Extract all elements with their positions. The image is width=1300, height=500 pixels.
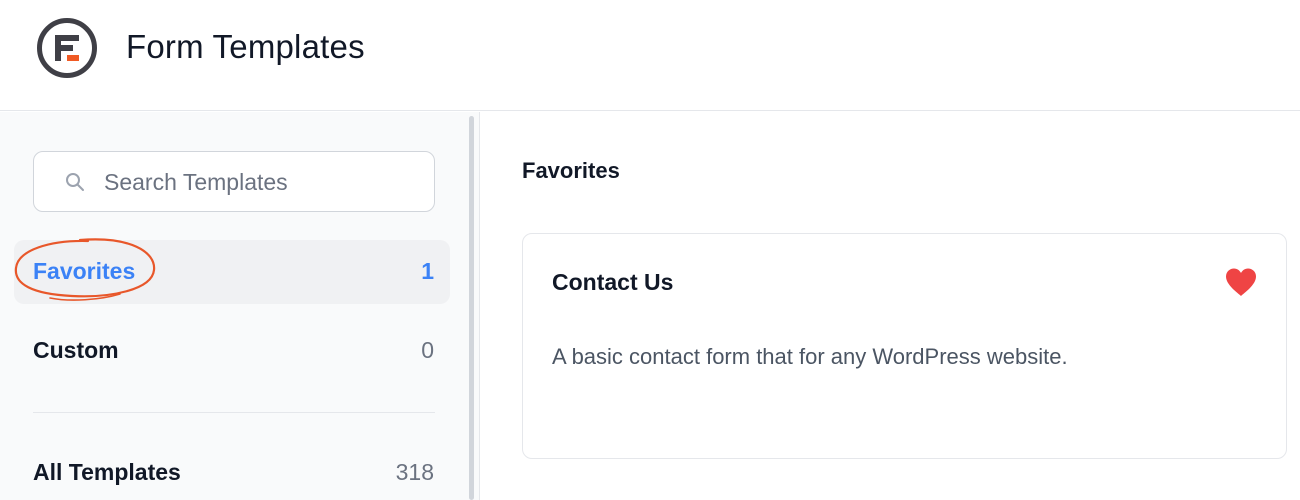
sidebar-item-count: 0 — [421, 337, 434, 363]
template-card-description: A basic contact form that for any WordPr… — [552, 344, 1068, 369]
sidebar-item-label: All Templates — [33, 459, 181, 485]
heart-icon[interactable] — [1224, 267, 1258, 297]
formidable-logo-icon — [36, 17, 98, 79]
sidebar: Favorites 1 Custom 0 All Templates 318 — [0, 112, 480, 500]
sidebar-item-count: 318 — [395, 459, 434, 485]
sidebar-item-label: Custom — [33, 337, 119, 363]
section-title: Favorites — [522, 158, 620, 183]
main-content: Favorites Contact Us A basic contact for… — [481, 112, 1300, 500]
sidebar-scrollbar[interactable] — [469, 116, 474, 500]
search-icon — [64, 171, 86, 193]
sidebar-divider — [33, 412, 435, 413]
search-box[interactable] — [33, 151, 435, 212]
sidebar-item-favorites[interactable]: Favorites 1 — [14, 238, 450, 304]
sidebar-item-count: 1 — [421, 258, 434, 284]
app-window: Form Templates Favorites 1 Custom 0 — [0, 0, 1300, 500]
header: Form Templates — [0, 0, 1300, 111]
template-card[interactable]: Contact Us A basic contact form that for… — [522, 233, 1287, 459]
sidebar-item-label: Favorites — [33, 258, 136, 284]
sidebar-item-all-templates[interactable]: All Templates 318 — [14, 441, 450, 500]
sidebar-item-custom[interactable]: Custom 0 — [14, 319, 450, 383]
search-input[interactable] — [104, 166, 414, 198]
page-title: Form Templates — [126, 28, 365, 65]
template-card-title: Contact Us — [552, 269, 674, 295]
